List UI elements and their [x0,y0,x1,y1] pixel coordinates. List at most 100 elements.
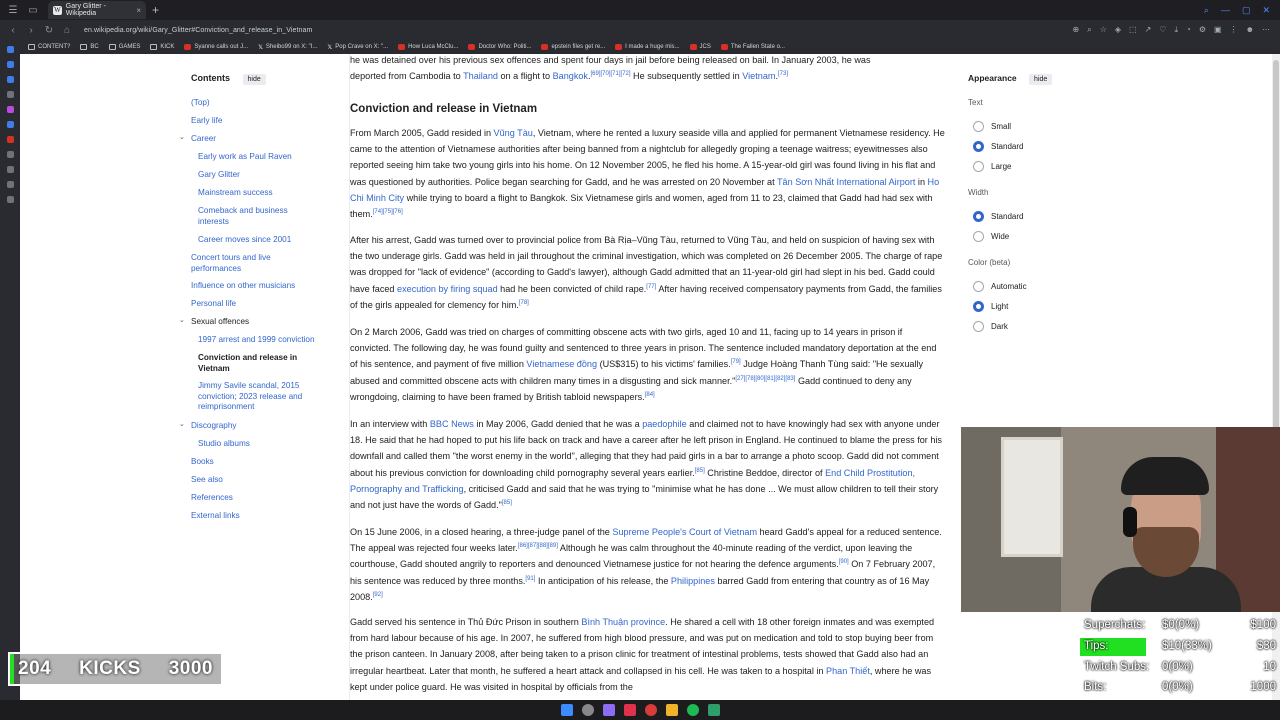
tab-close-icon[interactable]: × [136,6,141,15]
bookmark-item[interactable]: 𝕏 Sheibo99 on X: "I... [258,44,317,51]
citation[interactable]: [84] [645,392,655,398]
citation[interactable]: [91] [525,576,535,582]
bookmark-item[interactable]: epstein files get re... [541,44,605,50]
shield-icon[interactable]: ◈ [1115,25,1121,35]
citation[interactable]: [77] [646,284,656,290]
maximize-button[interactable]: ▢ [1242,5,1251,16]
link-binh-thuan[interactable]: Bình Thuận province [581,617,665,627]
toc-item-books[interactable]: Books [191,457,214,468]
sidebar-app-icon[interactable] [6,46,14,53]
link-bbc-news[interactable]: BBC News [430,419,474,429]
citation[interactable]: [69][70][71][72] [591,71,631,77]
taskbar-app-icon[interactable] [602,704,615,716]
toc-item-career[interactable]: Career [191,134,216,145]
toc-item-top[interactable]: (Top) [191,98,210,109]
link-supreme-court[interactable]: Supreme People's Court of Vietnam [612,527,757,537]
color-automatic-option[interactable]: Automatic [973,281,1027,292]
sidebar-app-icon[interactable] [6,106,14,113]
sidebar-app-icon[interactable] [6,76,14,83]
radio-icon[interactable] [973,321,984,332]
toc-item-references[interactable]: References [191,493,233,504]
apps-icon[interactable]: ⋯ [1262,25,1270,35]
sidebar-app-icon[interactable] [6,166,14,173]
toc-item-early-work[interactable]: Early work as Paul Raven [198,152,292,163]
link-philippines[interactable]: Philippines [671,576,715,586]
sidebar-app-icon[interactable] [6,121,14,128]
toc-item-career-moves[interactable]: Career moves since 2001 [198,235,291,246]
radio-selected-icon[interactable] [973,211,984,222]
link-vietnamese-dong[interactable]: Vietnamese đồng [526,359,597,369]
link-vietnam[interactable]: Vietnam [742,71,775,81]
toc-item-see-also[interactable]: See also [191,475,223,486]
extensions-icon[interactable]: ⬚ [1129,25,1137,35]
download-icon[interactable]: ⤓ [1174,25,1178,35]
bookmark-item[interactable]: CONTENT? [28,44,70,50]
bookmark-item[interactable]: KICK [150,44,174,50]
taskbar-app-icon[interactable] [644,704,657,716]
bookmark-item[interactable]: I made a huge mis... [615,44,680,50]
citation[interactable]: [85] [695,468,705,474]
tab-list-icon[interactable]: ▭ [26,3,40,17]
chevron-down-icon[interactable]: ⌄ [179,133,185,141]
forward-icon[interactable]: › [26,25,36,36]
bookmark-item[interactable]: 𝕏 Pop Crave on X: "... [327,44,388,51]
citation[interactable]: [85] [502,500,512,506]
bookmark-item[interactable]: Syanne calls out J... [184,44,248,50]
link-thailand[interactable]: Thailand [463,71,498,81]
toc-item-gary-glitter[interactable]: Gary Glitter [198,170,240,181]
close-window-button[interactable]: ✕ [1262,5,1270,16]
toc-item-influence[interactable]: Influence on other musicians [191,281,295,292]
home-icon[interactable]: ⌂ [62,25,72,36]
account-icon[interactable]: ☻ [1246,25,1254,35]
citation[interactable]: [27][78][80][81][82][83] [735,376,795,382]
link-airport[interactable]: Tân Sơn Nhất International Airport [777,177,915,187]
bookmark-star-icon[interactable]: ☆ [1100,25,1107,35]
link-paedophile[interactable]: paedophile [642,419,687,429]
width-standard-option[interactable]: Standard [973,211,1023,222]
toc-item-1997-arrest[interactable]: 1997 arrest and 1999 conviction [198,335,315,346]
taskbar-app-icon[interactable] [623,704,636,716]
sidebar-app-icon[interactable] [6,61,14,68]
bookmark-item[interactable]: How Luca McClu... [398,44,458,50]
toc-item-external-links[interactable]: External links [191,511,240,522]
citation[interactable]: [74][75][76] [373,209,403,215]
appearance-hide-button[interactable]: hide [1029,74,1053,85]
text-size-standard-option[interactable]: Standard [973,141,1023,152]
toc-item-studio-albums[interactable]: Studio albums [198,439,250,450]
toc-item-comeback[interactable]: Comeback and business interests [198,206,308,227]
citation[interactable]: [92] [373,592,383,598]
bookmark-item[interactable]: BC [80,44,99,50]
citation[interactable]: [86][87][88][89] [518,543,558,549]
toc-item-savile-scandal[interactable]: Jimmy Savile scandal, 2015 conviction; 2… [198,381,323,413]
new-tab-button[interactable]: + [152,3,159,17]
start-icon[interactable] [560,704,573,716]
radio-selected-icon[interactable] [973,301,984,312]
menu-icon[interactable]: ☰ [6,3,20,17]
more-icon[interactable]: ⋮ [1230,25,1238,35]
url-field[interactable]: en.wikipedia.org/wiki/Gary_Glitter#Convi… [84,27,312,34]
text-size-large-option[interactable]: Large [973,161,1011,172]
link-phan-thiet[interactable]: Phan Thiết [826,666,870,676]
search-icon[interactable] [581,704,594,716]
citation[interactable]: [73] [778,71,788,77]
link-execution[interactable]: execution by firing squad [397,284,498,294]
toc-hide-button[interactable]: hide [242,74,266,85]
link-bangkok[interactable]: Bangkok [553,71,588,81]
toc-item-discography[interactable]: Discography [191,421,237,432]
chevron-down-icon[interactable]: ⌄ [179,420,185,428]
radio-selected-icon[interactable] [973,141,984,152]
sidebar-app-icon[interactable] [6,196,14,203]
sidebar-app-icon[interactable] [6,181,14,188]
color-dark-option[interactable]: Dark [973,321,1008,332]
toc-item-conviction-vietnam[interactable]: Conviction and release in Vietnam [198,353,318,374]
link-vung-tau[interactable]: Vũng Tàu [494,128,533,138]
citation[interactable]: [78] [519,300,529,306]
sound-icon[interactable]: ◔ [1186,25,1191,35]
citation[interactable]: [79] [731,359,741,365]
width-wide-option[interactable]: Wide [973,231,1009,242]
bookmark-item[interactable]: The Fallen State o... [720,44,785,50]
zoom-icon[interactable]: ⊕ [1073,25,1080,35]
back-icon[interactable]: ‹ [8,25,18,36]
bookmark-item[interactable]: GAMES [108,44,140,50]
text-size-small-option[interactable]: Small [973,121,1011,132]
